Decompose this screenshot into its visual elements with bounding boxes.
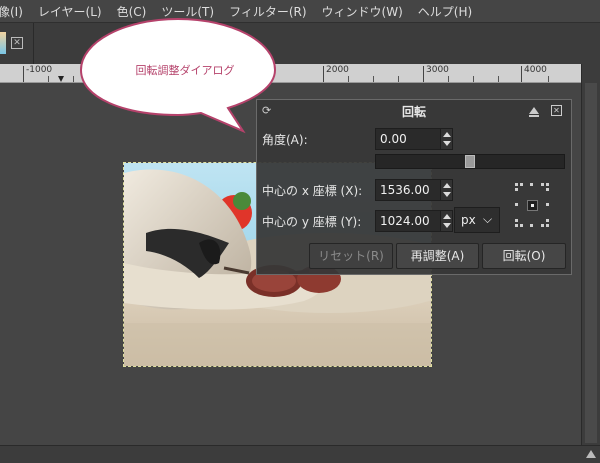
readjust-button[interactable]: 再調整(A) [396,243,479,269]
ruler-label: 3000 [426,65,449,75]
pivot-dot [515,219,518,222]
center-x-stepper[interactable] [440,180,452,200]
pivot-dot[interactable] [515,224,518,227]
ruler-tick [348,76,349,82]
navigate-corner-button[interactable] [581,64,600,83]
vertical-scroll-thumb[interactable] [585,83,597,443]
minimize-bar [529,115,539,117]
pivot-dot[interactable] [515,203,518,206]
ruler-label: 4000 [524,65,547,75]
pivot-dot[interactable] [515,183,518,186]
menu-windows[interactable]: ウィンドウ(W) [322,3,403,20]
pivot-dot [546,188,549,191]
pivot-dot [541,224,544,227]
angle-slider[interactable] [375,154,565,169]
callout-balloon: 回転調整ダイアログ [0,0,300,143]
callout-text: 回転調整ダイアログ [135,64,235,77]
ruler-tick [398,76,399,82]
center-x-label: 中心の x 座標 (X): [262,184,363,198]
angle-value: 0.00 [380,132,407,146]
rotate-dialog: ⟳ 回転 ✕ 角度(A): 0.00 中心の x 座標 (X): 1536.00… [256,99,572,275]
pivot-dot [541,183,544,186]
pivot-dot [546,219,549,222]
center-y-label: 中心の y 座標 (Y): [262,215,362,229]
pivot-dot [515,188,518,191]
ruler-tick [448,76,449,82]
angle-slider-handle[interactable] [465,155,475,168]
pivot-selector-icon[interactable] [515,183,549,227]
menu-help[interactable]: ヘルプ(H) [418,3,472,20]
pivot-dot[interactable] [530,224,533,227]
pivot-dot[interactable] [546,183,549,186]
ruler-tick [373,76,374,82]
angle-stepper[interactable] [440,129,452,149]
scroll-arrow-icon[interactable] [586,450,596,458]
center-y-stepper[interactable] [440,211,452,231]
ruler-label: 2000 [326,65,349,75]
pivot-center[interactable] [527,200,538,211]
decrement-icon[interactable] [443,223,451,228]
increment-icon[interactable] [443,214,451,219]
unit-value: px [461,213,476,227]
dialog-title: 回転 [401,105,426,119]
ruler-tick [473,76,474,82]
ruler-tick [323,66,324,82]
ruler-tick [423,66,424,82]
decrement-icon[interactable] [443,192,451,197]
horizontal-scrollbar[interactable] [0,445,600,463]
dialog-titlebar[interactable]: ⟳ 回転 ✕ [257,100,571,122]
close-icon[interactable]: ✕ [551,105,562,116]
ruler-tick [498,76,499,82]
unit-select[interactable]: px ⌵ [454,207,500,233]
center-x-input[interactable]: 1536.00 [375,179,453,201]
increment-icon[interactable] [443,183,451,188]
rotate-button[interactable]: 回転(O) [482,243,566,269]
ruler-tick [521,66,522,82]
angle-input[interactable]: 0.00 [375,128,453,150]
ruler-tick [548,76,549,82]
pivot-dot[interactable] [546,203,549,206]
pivot-dot[interactable] [546,224,549,227]
decrement-icon[interactable] [443,141,451,146]
chevron-down-icon: ⌵ [483,212,493,226]
pivot-dot [520,183,523,186]
minimize-icon[interactable] [529,107,539,114]
reset-button[interactable]: リセット(R) [309,243,393,269]
center-x-value: 1536.00 [380,183,430,197]
center-y-value: 1024.00 [380,214,430,228]
vertical-scrollbar[interactable] [581,83,600,445]
pivot-dot[interactable] [530,183,533,186]
increment-icon[interactable] [443,132,451,137]
pivot-dot [520,224,523,227]
center-y-input[interactable]: 1024.00 [375,210,453,232]
